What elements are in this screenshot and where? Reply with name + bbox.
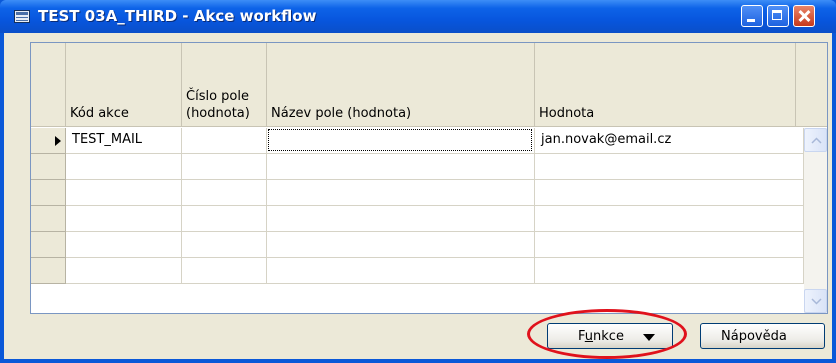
dropdown-arrow-icon [643,334,655,341]
column-header-line2: (hodnota) [186,106,250,121]
cell-hodnota[interactable] [535,206,804,232]
cell-hodnota[interactable] [535,154,804,180]
chevron-up-icon [811,137,822,144]
cell-nazev-pole[interactable] [267,258,535,284]
column-header-filler [796,43,827,127]
funkce-button[interactable]: Funkce [547,323,673,349]
cell-nazev-pole[interactable] [267,154,535,180]
cell-nazev-pole[interactable] [267,206,535,232]
cell-cislo-pole[interactable] [182,232,267,258]
cell-cislo-pole[interactable] [182,128,267,154]
cell-focus-rectangle [268,129,532,151]
minimize-icon[interactable] [741,5,763,27]
scroll-up-button[interactable] [804,128,827,152]
row-selector[interactable] [31,154,66,180]
label-part: nkce [593,329,624,344]
column-header-cislo-pole[interactable]: Číslo pole (hodnota) [182,43,267,127]
column-header-kod-akce[interactable]: Kód akce [66,43,182,127]
funkce-button-label: Funkce [578,329,624,344]
cell-kod-akce[interactable] [66,180,182,206]
label-part: F [578,329,585,344]
column-header-hodnota[interactable]: Hodnota [535,43,796,127]
window-client-area: Kód akce Číslo pole (hodnota) Název pole … [4,33,832,359]
scroll-down-button[interactable] [804,289,827,313]
column-header-label: Název pole (hodnota) [271,106,412,121]
column-header-label: Hodnota [539,106,595,121]
row-selector[interactable] [31,206,66,232]
row-selector[interactable] [31,258,66,284]
table-window-icon [14,10,30,23]
column-header-label: Číslo pole (hodnota) [186,88,250,122]
cell-nazev-pole[interactable] [267,232,535,258]
window-title: TEST 03A_THIRD - Akce workflow [38,7,317,25]
column-header-line1: Číslo pole [186,89,249,104]
vertical-scrollbar[interactable] [804,128,827,313]
cell-nazev-pole[interactable] [267,180,535,206]
row-selector-header [31,43,66,127]
row-selector[interactable] [31,180,66,206]
row-selector[interactable] [31,232,66,258]
cell-cislo-pole[interactable] [182,258,267,284]
cell-kod-akce[interactable] [66,206,182,232]
column-header-nazev-pole[interactable]: Název pole (hodnota) [267,43,535,127]
cell-hodnota[interactable]: jan.novak@email.cz [535,128,804,154]
cell-hodnota[interactable] [535,180,804,206]
cell-hodnota[interactable] [535,232,804,258]
cell-cislo-pole[interactable] [182,180,267,206]
help-button[interactable]: Nápověda [700,323,825,349]
workflow-actions-grid: Kód akce Číslo pole (hodnota) Název pole … [30,42,828,314]
maximize-icon[interactable] [767,5,789,27]
cell-nazev-pole[interactable] [267,128,535,154]
close-icon[interactable] [793,5,815,27]
workflow-actions-window: TEST 03A_THIRD - Akce workflow Kód akce … [0,0,836,363]
cell-text: TEST_MAIL [72,132,143,147]
cell-cislo-pole[interactable] [182,206,267,232]
cell-cislo-pole[interactable] [182,154,267,180]
title-bar[interactable]: TEST 03A_THIRD - Akce workflow [0,0,836,33]
help-button-label: Nápověda [721,329,787,344]
chevron-down-icon [811,298,822,305]
cell-kod-akce[interactable]: TEST_MAIL [66,128,182,154]
cell-hodnota[interactable] [535,258,804,284]
cell-kod-akce[interactable] [66,258,182,284]
current-row-pointer-icon [55,136,61,146]
column-header-label: Kód akce [70,106,129,121]
cell-kod-akce[interactable] [66,154,182,180]
row-selector[interactable] [31,128,66,154]
cell-text: jan.novak@email.cz [541,132,672,147]
cell-kod-akce[interactable] [66,232,182,258]
mnemonic-letter: u [584,329,594,344]
